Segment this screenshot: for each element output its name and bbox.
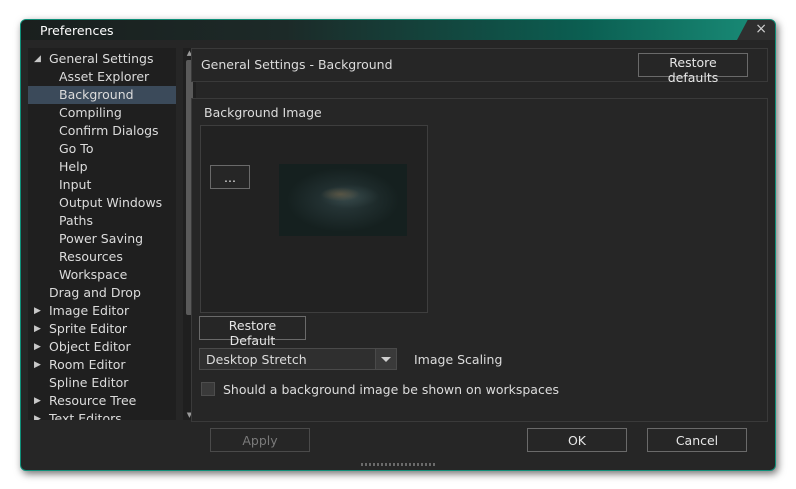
- tree-item-label: General Settings: [49, 51, 154, 66]
- tree-item-label: Object Editor: [49, 339, 131, 354]
- page-title: General Settings - Background: [201, 57, 393, 72]
- tree-item-label: Power Saving: [59, 231, 144, 246]
- settings-tree: ◢ General Settings Asset Explorer Backgroun…: [28, 48, 176, 420]
- restore-defaults-button[interactable]: Restore defaults: [638, 53, 748, 85]
- tree-item[interactable]: Asset Explorer: [28, 68, 176, 86]
- tree-item[interactable]: ▶ Resource Tree: [28, 392, 176, 410]
- tree-item-label: Text Editors: [49, 411, 122, 420]
- tree-item[interactable]: Drag and Drop: [28, 284, 176, 302]
- tree-item[interactable]: Input: [28, 176, 176, 194]
- tree-item[interactable]: Go To: [28, 140, 176, 158]
- tree-item-label: Sprite Editor: [49, 321, 128, 336]
- tree-item[interactable]: ▶ Text Editors: [28, 410, 176, 420]
- close-icon: ×: [755, 21, 767, 37]
- tree-item-label: Background: [59, 87, 134, 102]
- chevron-down-icon[interactable]: [375, 349, 396, 369]
- tree-item[interactable]: Output Windows: [28, 194, 176, 212]
- tree-item-label: Confirm Dialogs: [59, 123, 159, 138]
- tree-item-label: Image Editor: [49, 303, 130, 318]
- tree-item-label: Room Editor: [49, 357, 126, 372]
- settings-header: General Settings - Background Restore de…: [191, 48, 768, 85]
- tree-item[interactable]: ▶ Object Editor: [28, 338, 176, 356]
- tree-item[interactable]: Spline Editor: [28, 374, 176, 392]
- tree-item-label: Asset Explorer: [59, 69, 150, 84]
- tree-item[interactable]: Compiling: [28, 104, 176, 122]
- cancel-button[interactable]: Cancel: [647, 428, 747, 452]
- tree-item-label: Input: [59, 177, 92, 192]
- tree-item[interactable]: Help: [28, 158, 176, 176]
- expand-arrow-icon[interactable]: ▶: [34, 392, 44, 410]
- preferences-window: Preferences × ◢ General Settings Asset Exp…: [20, 19, 776, 471]
- restore-default-button[interactable]: Restore Default: [199, 316, 306, 348]
- ok-button[interactable]: OK: [527, 428, 627, 452]
- tree-item[interactable]: Resources: [28, 248, 176, 266]
- show-background-label[interactable]: Should a background image be shown on wo…: [223, 382, 559, 397]
- tree-item[interactable]: Confirm Dialogs: [28, 122, 176, 140]
- tree-item-label: Resources: [59, 249, 123, 264]
- expand-arrow-icon[interactable]: ▶: [34, 338, 44, 356]
- tree-item[interactable]: ◢ General Settings: [28, 50, 176, 68]
- tree-item-label: Drag and Drop: [49, 285, 141, 300]
- browse-button[interactable]: ...: [210, 165, 250, 189]
- tree-item[interactable]: Paths: [28, 212, 176, 230]
- tree-item-label: Spline Editor: [49, 375, 129, 390]
- expand-arrow-icon[interactable]: ▶: [34, 410, 44, 420]
- close-button[interactable]: ×: [737, 20, 775, 40]
- tree-item[interactable]: Background: [28, 86, 176, 104]
- expand-arrow-icon[interactable]: ▶: [34, 302, 44, 320]
- window-title: Preferences: [40, 23, 114, 38]
- tree-item-label: Resource Tree: [49, 393, 137, 408]
- tree-item-label: Paths: [59, 213, 93, 228]
- tree-item[interactable]: ▶ Sprite Editor: [28, 320, 176, 338]
- image-scaling-select[interactable]: Desktop Stretch: [199, 348, 397, 370]
- tree-item-label: Go To: [59, 141, 94, 156]
- resize-grip[interactable]: [361, 463, 435, 466]
- tree-item[interactable]: ▶ Room Editor: [28, 356, 176, 374]
- tree-item[interactable]: Power Saving: [28, 230, 176, 248]
- background-settings-panel: Background Image ... Restore Default Des…: [191, 98, 768, 422]
- tree-item-label: Output Windows: [59, 195, 163, 210]
- background-thumbnail: [279, 164, 407, 236]
- tree-item[interactable]: ▶ Image Editor: [28, 302, 176, 320]
- tree-item[interactable]: Workspace: [28, 266, 176, 284]
- collapse-arrow-icon[interactable]: ◢: [34, 50, 44, 68]
- expand-arrow-icon[interactable]: ▶: [34, 356, 44, 374]
- show-background-checkbox[interactable]: [201, 382, 215, 396]
- tree-item-label: Compiling: [59, 105, 122, 120]
- tree-item-label: Workspace: [59, 267, 128, 282]
- apply-button[interactable]: Apply: [210, 428, 310, 452]
- image-scaling-value: Desktop Stretch: [206, 352, 307, 367]
- section-label: Background Image: [204, 105, 322, 120]
- image-preview-box: ...: [200, 125, 428, 313]
- title-bar[interactable]: Preferences ×: [21, 20, 775, 40]
- image-scaling-label: Image Scaling: [414, 352, 503, 367]
- tree-item-label: Help: [59, 159, 88, 174]
- expand-arrow-icon[interactable]: ▶: [34, 320, 44, 338]
